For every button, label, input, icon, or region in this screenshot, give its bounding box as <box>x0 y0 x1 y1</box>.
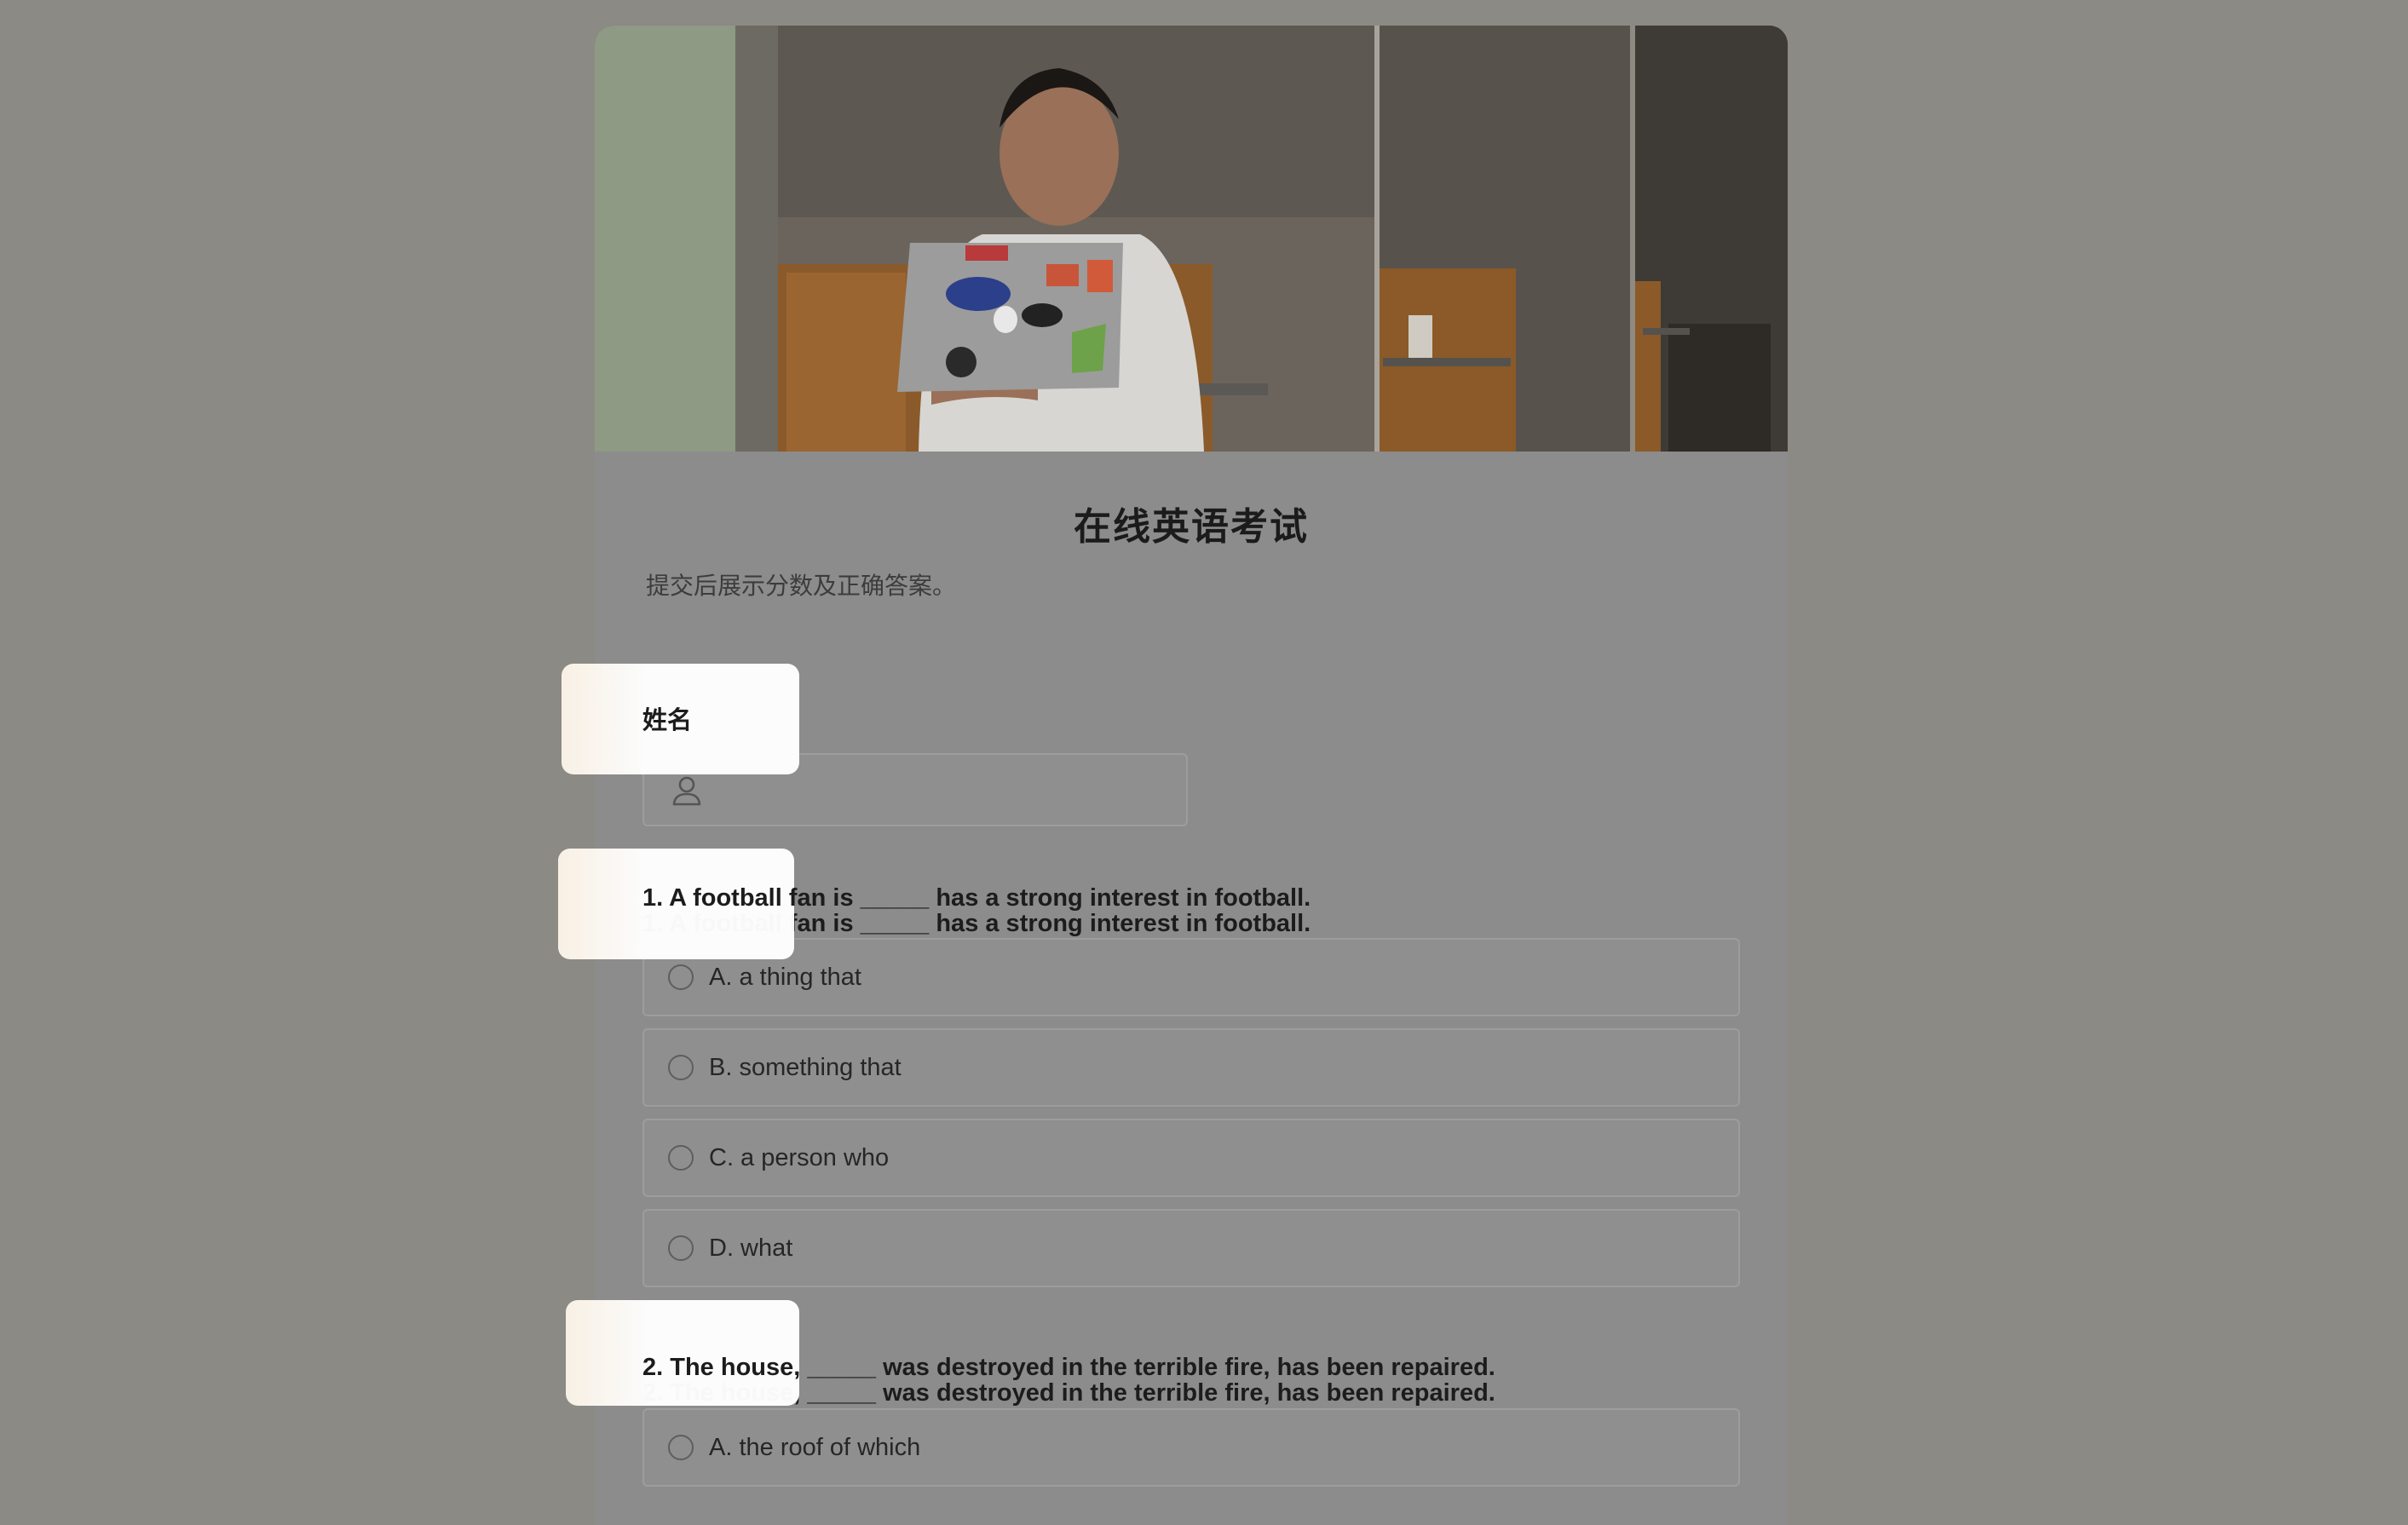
radio-circle-icon[interactable] <box>668 1145 694 1171</box>
question-2-text-overlay: 2. The house, _____ was destroyed in the… <box>642 1354 1495 1381</box>
question-1-option-b[interactable]: B. something that <box>642 1028 1740 1107</box>
option-label: A. the roof of which <box>709 1434 921 1461</box>
radio-circle-icon[interactable] <box>668 1435 694 1460</box>
question-1-option-c[interactable]: C. a person who <box>642 1119 1740 1197</box>
option-label: C. a person who <box>709 1144 890 1171</box>
name-label: 姓名 <box>642 707 693 734</box>
question-2-option-a[interactable]: A. the roof of which <box>642 1408 1740 1487</box>
radio-circle-icon[interactable] <box>668 964 694 990</box>
option-label: D. what <box>709 1234 793 1262</box>
question-1-option-a[interactable]: A. a thing that <box>642 938 1740 1016</box>
radio-circle-icon[interactable] <box>668 1235 694 1261</box>
question-1-text-overlay: 1. A football fan is _____ has a strong … <box>642 884 1311 912</box>
question-2-label-highlight <box>566 1300 799 1406</box>
page-title: 在线英语考试 <box>1074 506 1309 548</box>
question-1-option-d[interactable]: D. what <box>642 1209 1740 1287</box>
option-label: B. something that <box>709 1054 902 1081</box>
page-subtitle: 提交后展示分数及正确答案。 <box>646 573 957 599</box>
user-icon <box>672 776 701 806</box>
radio-circle-icon[interactable] <box>668 1055 694 1080</box>
banner-image <box>595 26 1788 452</box>
option-label: A. a thing that <box>709 964 861 991</box>
